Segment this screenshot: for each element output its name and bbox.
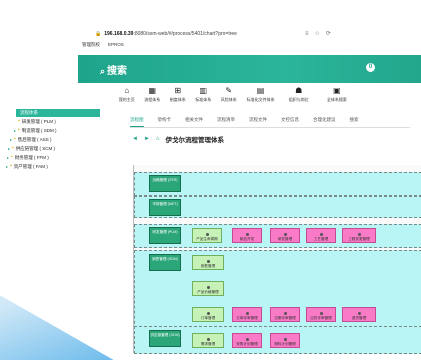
refresh-icon[interactable]: ⟳ <box>326 31 337 37</box>
tab-suggestions[interactable]: 合理化建议 <box>313 117 336 127</box>
user-settings-icon[interactable]: 0 <box>366 63 375 72</box>
lock-icon: 🔒 <box>95 31 102 37</box>
lane-label-sdm[interactable]: 销售管理 (SDM) <box>149 254 181 271</box>
chevron-right-icon: ▸ <box>6 164 9 169</box>
tab-flowchart[interactable]: 流程图 <box>130 117 144 127</box>
toolbar-process-system[interactable]: ▦ 流程体系 <box>141 86 165 112</box>
people-icon: ☗ <box>295 86 303 95</box>
app-header: ⌕ 搜索 0 <box>78 55 421 83</box>
folder-icon: ▪ <box>10 163 12 169</box>
sidebar-item-scm[interactable]: ▸ ▪ 供应链管理 ( SCM ) <box>4 144 104 153</box>
folder-icon: ▪ <box>11 154 13 160</box>
sidebar-tree: 流程体系 ▪ 研发管理 ( PLM ) ▸ ▪ 制造管理 ( SDM ) ▸ ▪ 售后管理… <box>4 109 104 189</box>
tab-process-list[interactable]: 流程清单 <box>217 117 235 127</box>
sidebar-item-ffm[interactable]: ▸ ▪ 财务管理 ( FFM ) <box>4 153 104 162</box>
chevron-right-icon: ▸ <box>8 146 11 151</box>
process-node[interactable]: 工程变更管理 <box>342 228 376 243</box>
lane-label-scm[interactable]: 供应链管理 (SCM) <box>149 330 181 347</box>
toolbar-org-positions[interactable]: ☗ 组织与岗位 <box>281 86 317 112</box>
content-tabs: 流程图 架构卡 相关文件 流程清单 流程文件 文控信息 合理化建议 搜索 <box>130 117 410 128</box>
folder-icon: ▪ <box>18 127 20 133</box>
bookmark-item[interactable]: EPROS <box>108 42 124 52</box>
sidebar-item-sdm[interactable]: ▸ ▪ 制造管理 ( SDM ) <box>4 126 104 135</box>
tab-search[interactable]: 搜索 <box>350 117 359 127</box>
back-icon[interactable]: ◄ <box>132 136 138 142</box>
browser-toolbar-icons[interactable]: ≡☆⟳ <box>305 30 337 37</box>
sidebar-item-fam[interactable]: ▸ ▪ 资产管理 ( FAM ) <box>4 162 104 171</box>
menu-icon[interactable]: ≡ <box>305 31 315 37</box>
clipboard-icon: ▣ <box>333 86 341 95</box>
chevron-right-icon: ▸ <box>14 128 17 133</box>
grid-icon: ⊞ <box>174 86 182 95</box>
process-node[interactable]: 订单管理 <box>192 307 224 322</box>
page-title: 伊戈尔流程管理体系 <box>165 137 225 144</box>
lane-label-mkt[interactable]: 市场管理 (MKT) <box>149 199 181 216</box>
process-node[interactable]: 物料计划管理 <box>270 333 300 348</box>
tab-process-files[interactable]: 流程文件 <box>249 117 267 127</box>
sidebar-item-ass[interactable]: ▸ ▪ 售后管理 ( ASS ) <box>4 135 104 144</box>
toolbar-standard-file-system[interactable]: ▤ 标准化文件体系 <box>243 86 279 112</box>
folder-icon: ▪ <box>12 145 14 151</box>
process-node[interactable]: 采购计划管理 <box>232 333 262 348</box>
lane-label-str[interactable]: 战略管理 (STR) <box>149 175 181 192</box>
toolbar-policy-system[interactable]: ⊞ 制度体系 <box>166 86 190 112</box>
process-node[interactable]: 交期评审管理 <box>270 307 300 322</box>
forward-icon[interactable]: ► <box>144 136 150 142</box>
process-node[interactable]: 退货管理 <box>342 307 376 322</box>
folder-icon: ▪ <box>14 136 16 142</box>
chevron-right-icon: ▸ <box>7 155 10 160</box>
breadcrumb: ◄ ► ⌂ 伊戈尔流程管理体系 <box>132 134 224 144</box>
process-node[interactable]: 销售管理 <box>192 255 224 270</box>
process-node[interactable]: 出货评审管理 <box>306 307 336 322</box>
chevron-right-icon: ▸ <box>10 137 13 142</box>
sidebar-item-plm[interactable]: ▪ 研发管理 ( PLM ) <box>4 117 104 126</box>
process-node[interactable]: 订单评审管理 <box>232 307 262 322</box>
process-node[interactable]: 产品生命周期 <box>192 228 222 243</box>
folder-icon: ▪ <box>18 118 20 124</box>
url-text[interactable]: 196.168.0.39:8080/ssm-web/#/process/5401… <box>104 31 237 37</box>
tab-arch-card[interactable]: 架构卡 <box>158 117 172 127</box>
home-icon[interactable]: ⌂ <box>156 136 160 142</box>
building-icon: ▦ <box>148 86 157 95</box>
toolbar-global-search[interactable]: ▣ 全体系搜索 <box>319 86 355 112</box>
process-node[interactable]: 工艺管理 <box>306 228 336 243</box>
process-swimlane-diagram: 战略管理 (STR) 市场管理 (MKT) 研发管理 (PLM) 销售管理 (S… <box>133 165 421 354</box>
tab-related-files[interactable]: 相关文件 <box>185 117 203 127</box>
star-icon[interactable]: ☆ <box>315 31 326 37</box>
sidebar-header[interactable]: 流程体系 <box>16 109 100 117</box>
process-node[interactable]: 产品价格管理 <box>192 281 224 296</box>
toolbar-standard-system[interactable]: ▥ 标准体系 <box>192 86 216 112</box>
bookmark-item[interactable]: 管理院校 <box>82 42 100 52</box>
process-node[interactable]: 新品开发 <box>232 228 262 243</box>
tab-doc-control[interactable]: 文控信息 <box>281 117 299 127</box>
main-toolbar: ⌂ 我的主页 ▦ 流程体系 ⊞ 制度体系 ▥ 标准体系 ✎ 风险体系 ▤ 标准化文件体系 ☗… <box>115 86 355 112</box>
lane-label-plm[interactable]: 研发管理 (PLM) <box>149 227 181 244</box>
process-node[interactable]: 研发管理 <box>270 228 300 243</box>
search-icon: ⌕ <box>100 66 106 76</box>
bookmarks-bar: 管理院校 EPROS <box>82 42 382 52</box>
home-icon: ⌂ <box>124 86 130 95</box>
toolbar-risk-system[interactable]: ✎ 风险体系 <box>217 86 241 112</box>
chart-icon: ▥ <box>199 86 208 95</box>
pen-icon: ✎ <box>225 86 233 95</box>
app-title[interactable]: ⌕ 搜索 <box>100 62 127 77</box>
process-node[interactable]: 需求管理 <box>192 333 224 348</box>
file-icon: ▤ <box>256 86 265 95</box>
toolbar-home[interactable]: ⌂ 我的主页 <box>115 86 139 112</box>
